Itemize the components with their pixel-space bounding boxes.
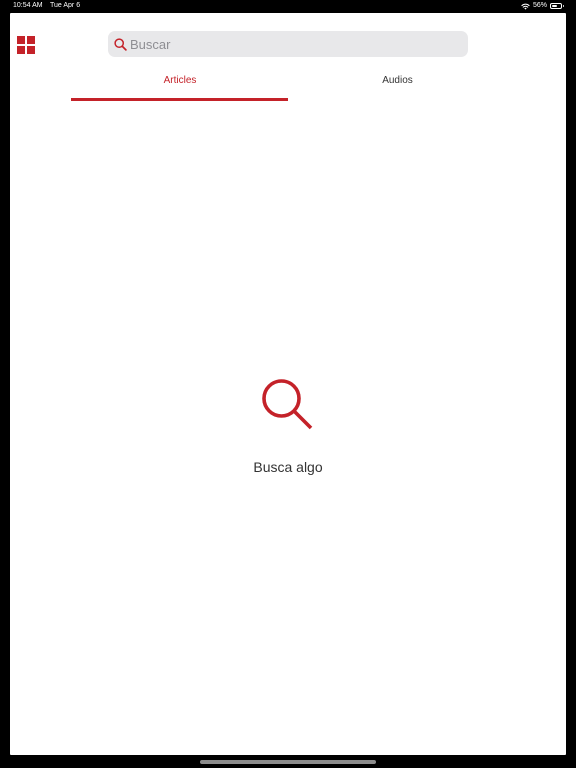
search-icon xyxy=(114,37,127,51)
empty-state-message: Busca algo xyxy=(253,459,323,475)
status-indicators: 56% xyxy=(521,0,564,12)
battery-tip xyxy=(563,5,564,7)
wifi-icon xyxy=(521,3,530,10)
search-icon xyxy=(262,379,313,430)
tab-audios[interactable]: Audios xyxy=(289,63,506,101)
home-indicator[interactable] xyxy=(200,760,376,764)
status-time: 10:54 AM xyxy=(13,2,43,9)
grid-menu-icon[interactable] xyxy=(17,36,35,54)
search-bar[interactable] xyxy=(108,31,468,57)
grid-menu-cell xyxy=(27,46,35,54)
device-frame: 10:54 AM Tue Apr 6 56% Buscar Articles A… xyxy=(0,0,576,768)
grid-menu-cell xyxy=(27,36,35,44)
tab-articles[interactable]: Articles xyxy=(71,63,289,101)
status-bar: 10:54 AM Tue Apr 6 56% xyxy=(0,0,576,12)
battery-percentage: 56% xyxy=(532,2,547,9)
app-screen: Articles Audios Busca algo xyxy=(10,13,566,755)
status-date: Tue Apr 6 xyxy=(50,2,81,9)
battery-level-fill xyxy=(552,5,557,7)
grid-menu-cell xyxy=(17,46,25,54)
battery-icon xyxy=(550,3,564,9)
selected-tab-indicator xyxy=(71,98,288,101)
grid-menu-cell xyxy=(17,36,25,44)
search-input[interactable] xyxy=(130,32,468,56)
empty-state: Busca algo xyxy=(10,378,566,475)
